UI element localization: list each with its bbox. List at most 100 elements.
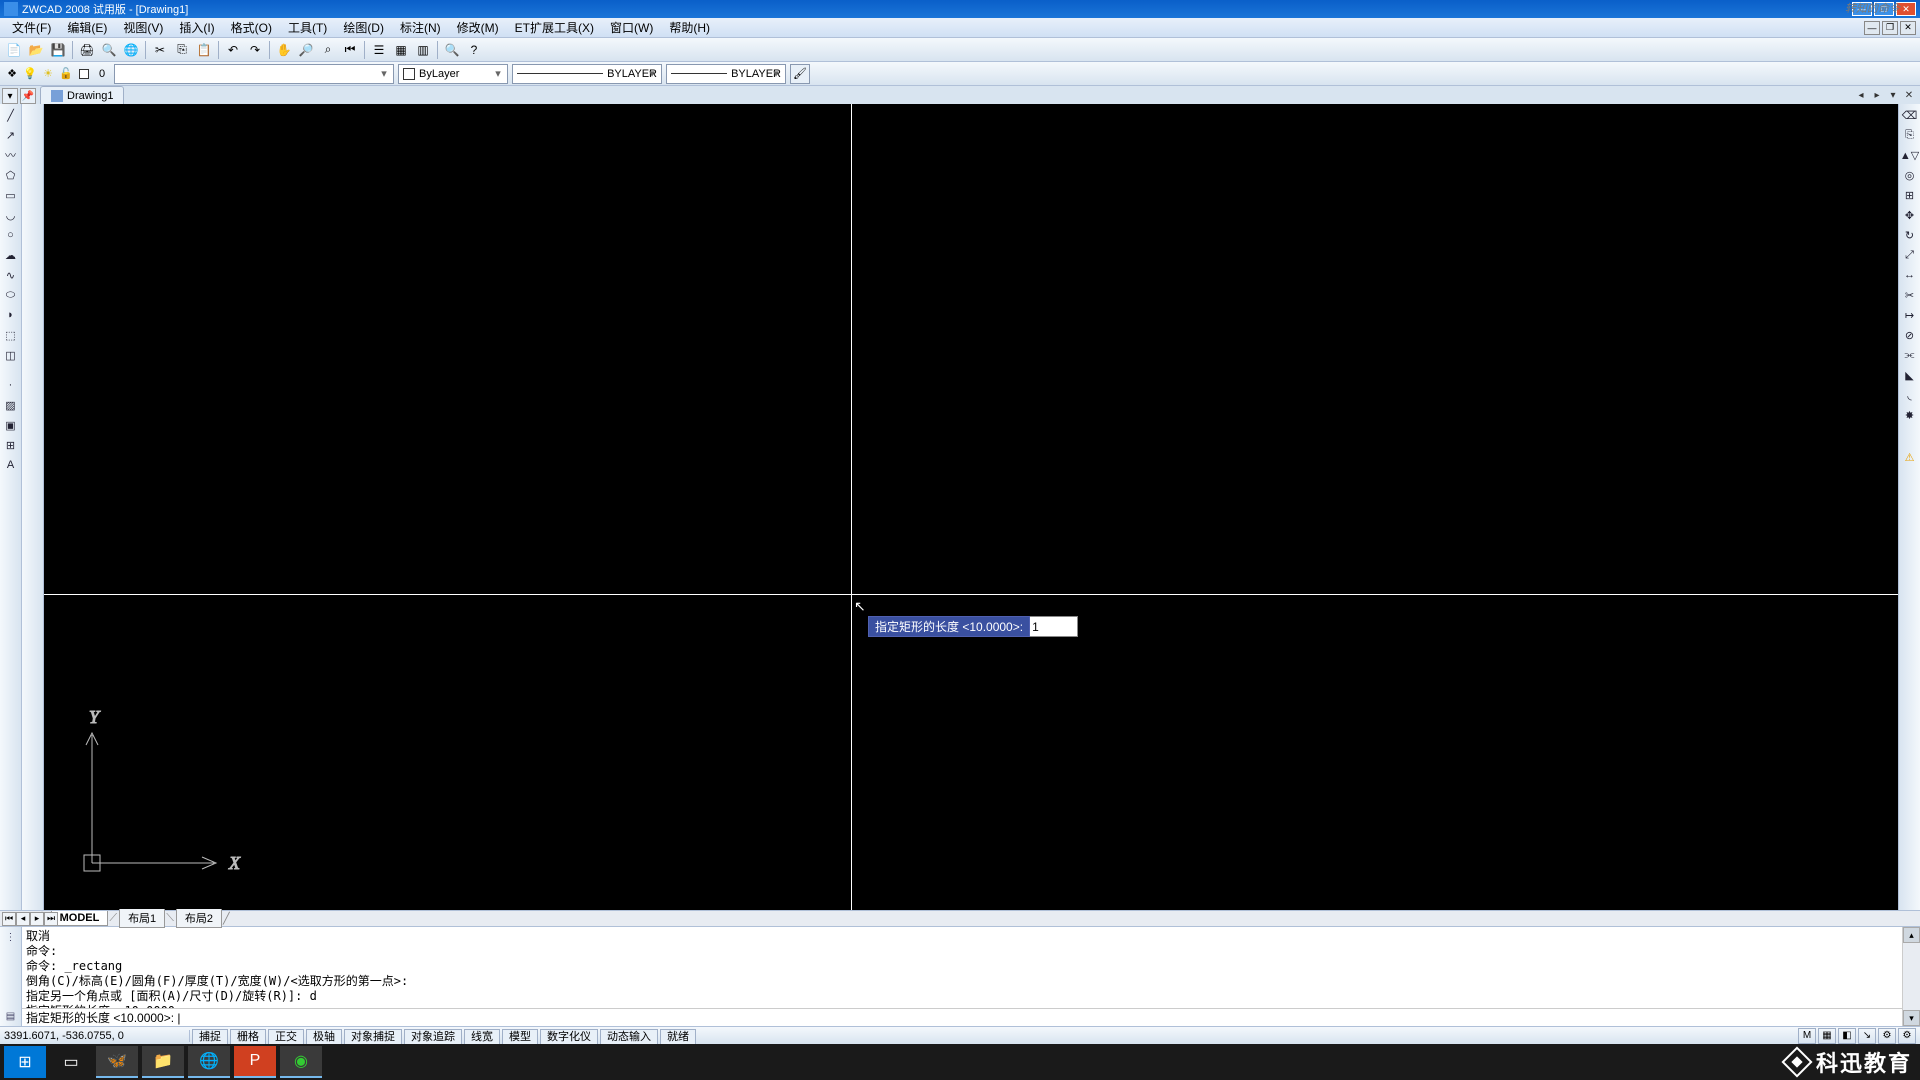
- menu-format[interactable]: 格式(O): [223, 17, 280, 38]
- taskbar-app-2[interactable]: 🌐: [188, 1046, 230, 1078]
- taskbar-app-3[interactable]: ◉: [280, 1046, 322, 1078]
- tool-palettes-button[interactable]: ▥: [413, 40, 433, 60]
- scroll-up-icon[interactable]: ▴: [1903, 927, 1920, 943]
- mtext-icon[interactable]: A: [2, 456, 20, 474]
- status-mode-5[interactable]: 对象追踪: [404, 1029, 462, 1045]
- hatch-icon[interactable]: ▨: [2, 396, 20, 414]
- warning-icon[interactable]: ⚠: [1901, 448, 1919, 466]
- status-icon-3[interactable]: ↘: [1858, 1028, 1876, 1044]
- preview-button[interactable]: 🔍: [99, 40, 119, 60]
- open-button[interactable]: 📂: [26, 40, 46, 60]
- status-mode-9[interactable]: 动态输入: [600, 1029, 658, 1045]
- region-icon[interactable]: ▣: [2, 416, 20, 434]
- offset-icon[interactable]: ◎: [1901, 166, 1919, 184]
- menu-help[interactable]: 帮助(H): [661, 17, 718, 38]
- scroll-down-icon[interactable]: ▾: [1903, 1010, 1920, 1026]
- doctab-drawing1[interactable]: Drawing1: [40, 86, 124, 104]
- layer-on-icon[interactable]: 💡: [22, 66, 38, 82]
- linetype-combo[interactable]: BYLAYER ▾: [512, 64, 662, 84]
- extend-icon[interactable]: ↦: [1901, 306, 1919, 324]
- paste-button[interactable]: 📋: [194, 40, 214, 60]
- drawing-canvas[interactable]: ↖ Y X 指定矩形的长度 <10.0000>:: [44, 104, 1898, 910]
- menu-file[interactable]: 文件(F): [4, 17, 59, 38]
- doctab-pin-button[interactable]: 📌: [20, 88, 36, 104]
- command-expand-icon[interactable]: ▤: [3, 1008, 19, 1024]
- status-icon-1[interactable]: ▦: [1818, 1028, 1836, 1044]
- copy-obj-icon[interactable]: ⎘: [1901, 126, 1919, 144]
- zoom-previous-button[interactable]: ⏮: [340, 40, 360, 60]
- menu-draw[interactable]: 绘图(D): [335, 17, 392, 38]
- coordinates-display[interactable]: 3391.6071, -536.0755, 0: [0, 1030, 190, 1042]
- stretch-icon[interactable]: ↔: [1901, 266, 1919, 284]
- status-mode-7[interactable]: 模型: [502, 1029, 538, 1045]
- properties-button[interactable]: ☰: [369, 40, 389, 60]
- mdi-minimize-button[interactable]: —: [1864, 21, 1880, 35]
- menu-tools[interactable]: 工具(T): [280, 17, 335, 38]
- task-view-button[interactable]: ▭: [50, 1046, 92, 1078]
- status-icon-5[interactable]: ⚙: [1898, 1028, 1916, 1044]
- doctab-menu-button[interactable]: ▾: [2, 88, 18, 104]
- status-mode-8[interactable]: 数字化仪: [540, 1029, 598, 1045]
- polygon-icon[interactable]: ⬠: [2, 166, 20, 184]
- menu-et-tools[interactable]: ET扩展工具(X): [507, 17, 602, 38]
- circle-icon[interactable]: ○: [2, 226, 20, 244]
- layer-lock-icon[interactable]: 🔓: [58, 66, 74, 82]
- xline-icon[interactable]: ↗: [2, 126, 20, 144]
- status-mode-1[interactable]: 栅格: [230, 1029, 266, 1045]
- layout-first-button[interactable]: ⏮: [2, 912, 16, 926]
- status-icon-2[interactable]: ◧: [1838, 1028, 1856, 1044]
- start-button[interactable]: ⊞: [4, 1046, 46, 1078]
- fillet-icon[interactable]: ◟: [1901, 386, 1919, 404]
- join-icon[interactable]: ⫘: [1901, 346, 1919, 364]
- status-mode-0[interactable]: 捕捉: [192, 1029, 228, 1045]
- layer-combo[interactable]: ▾: [114, 64, 394, 84]
- status-mode-10[interactable]: 就绪: [660, 1029, 696, 1045]
- help-button[interactable]: ?: [464, 40, 484, 60]
- ellipse-icon[interactable]: ⬭: [2, 286, 20, 304]
- ellipse-arc-icon[interactable]: ◗: [2, 306, 20, 324]
- copy-button[interactable]: ⎘: [172, 40, 192, 60]
- trim-icon[interactable]: ✂: [1901, 286, 1919, 304]
- menu-insert[interactable]: 插入(I): [171, 17, 222, 38]
- status-icon-4[interactable]: ⚙: [1878, 1028, 1896, 1044]
- layer-freeze-icon[interactable]: ☀: [40, 66, 56, 82]
- taskbar-powerpoint[interactable]: P: [234, 1046, 276, 1078]
- mirror-icon[interactable]: ▲▽: [1901, 146, 1919, 164]
- layer-manager-icon[interactable]: ❖: [4, 66, 20, 82]
- polyline-icon[interactable]: 〰: [2, 146, 20, 164]
- color-combo[interactable]: ByLayer ▾: [398, 64, 508, 84]
- redo-button[interactable]: ↷: [245, 40, 265, 60]
- layout-tab-model[interactable]: MODEL: [51, 911, 109, 926]
- spline-icon[interactable]: ∿: [2, 266, 20, 284]
- break-icon[interactable]: ⊘: [1901, 326, 1919, 344]
- print-button[interactable]: 🖨: [77, 40, 97, 60]
- command-grip-icon[interactable]: ⋮: [3, 929, 19, 945]
- table-icon[interactable]: ⊞: [2, 436, 20, 454]
- erase-icon[interactable]: ⌫: [1901, 106, 1919, 124]
- publish-button[interactable]: 🌐: [121, 40, 141, 60]
- insert-block-icon[interactable]: ⬚: [2, 326, 20, 344]
- save-button[interactable]: 💾: [48, 40, 68, 60]
- arc-icon[interactable]: ◡: [2, 206, 20, 224]
- zoom-realtime-button[interactable]: 🔎: [296, 40, 316, 60]
- rotate-icon[interactable]: ↻: [1901, 226, 1919, 244]
- layout-last-button[interactable]: ⏭: [44, 912, 58, 926]
- menu-edit[interactable]: 编辑(E): [59, 17, 115, 38]
- cut-button[interactable]: ✂: [150, 40, 170, 60]
- array-icon[interactable]: ⊞: [1901, 186, 1919, 204]
- line-icon[interactable]: ╱: [2, 106, 20, 124]
- status-mode-4[interactable]: 对象捕捉: [344, 1029, 402, 1045]
- mdi-restore-button[interactable]: ❐: [1882, 21, 1898, 35]
- pan-button[interactable]: ✋: [274, 40, 294, 60]
- scale-icon[interactable]: ⤢: [1901, 246, 1919, 264]
- taskbar-explorer[interactable]: 📁: [142, 1046, 184, 1078]
- layout-prev-button[interactable]: ◂: [16, 912, 30, 926]
- menu-modify[interactable]: 修改(M): [449, 17, 507, 38]
- command-history[interactable]: 取消 命令: 命令: _rectang 倒角(C)/标高(E)/圆角(F)/厚度…: [22, 927, 1902, 1008]
- undo-button[interactable]: ↶: [223, 40, 243, 60]
- revcloud-icon[interactable]: ☁: [2, 246, 20, 264]
- doctab-next-button[interactable]: ▸: [1870, 88, 1884, 102]
- move-icon[interactable]: ✥: [1901, 206, 1919, 224]
- menu-dimension[interactable]: 标注(N): [392, 17, 449, 38]
- layout-next-button[interactable]: ▸: [30, 912, 44, 926]
